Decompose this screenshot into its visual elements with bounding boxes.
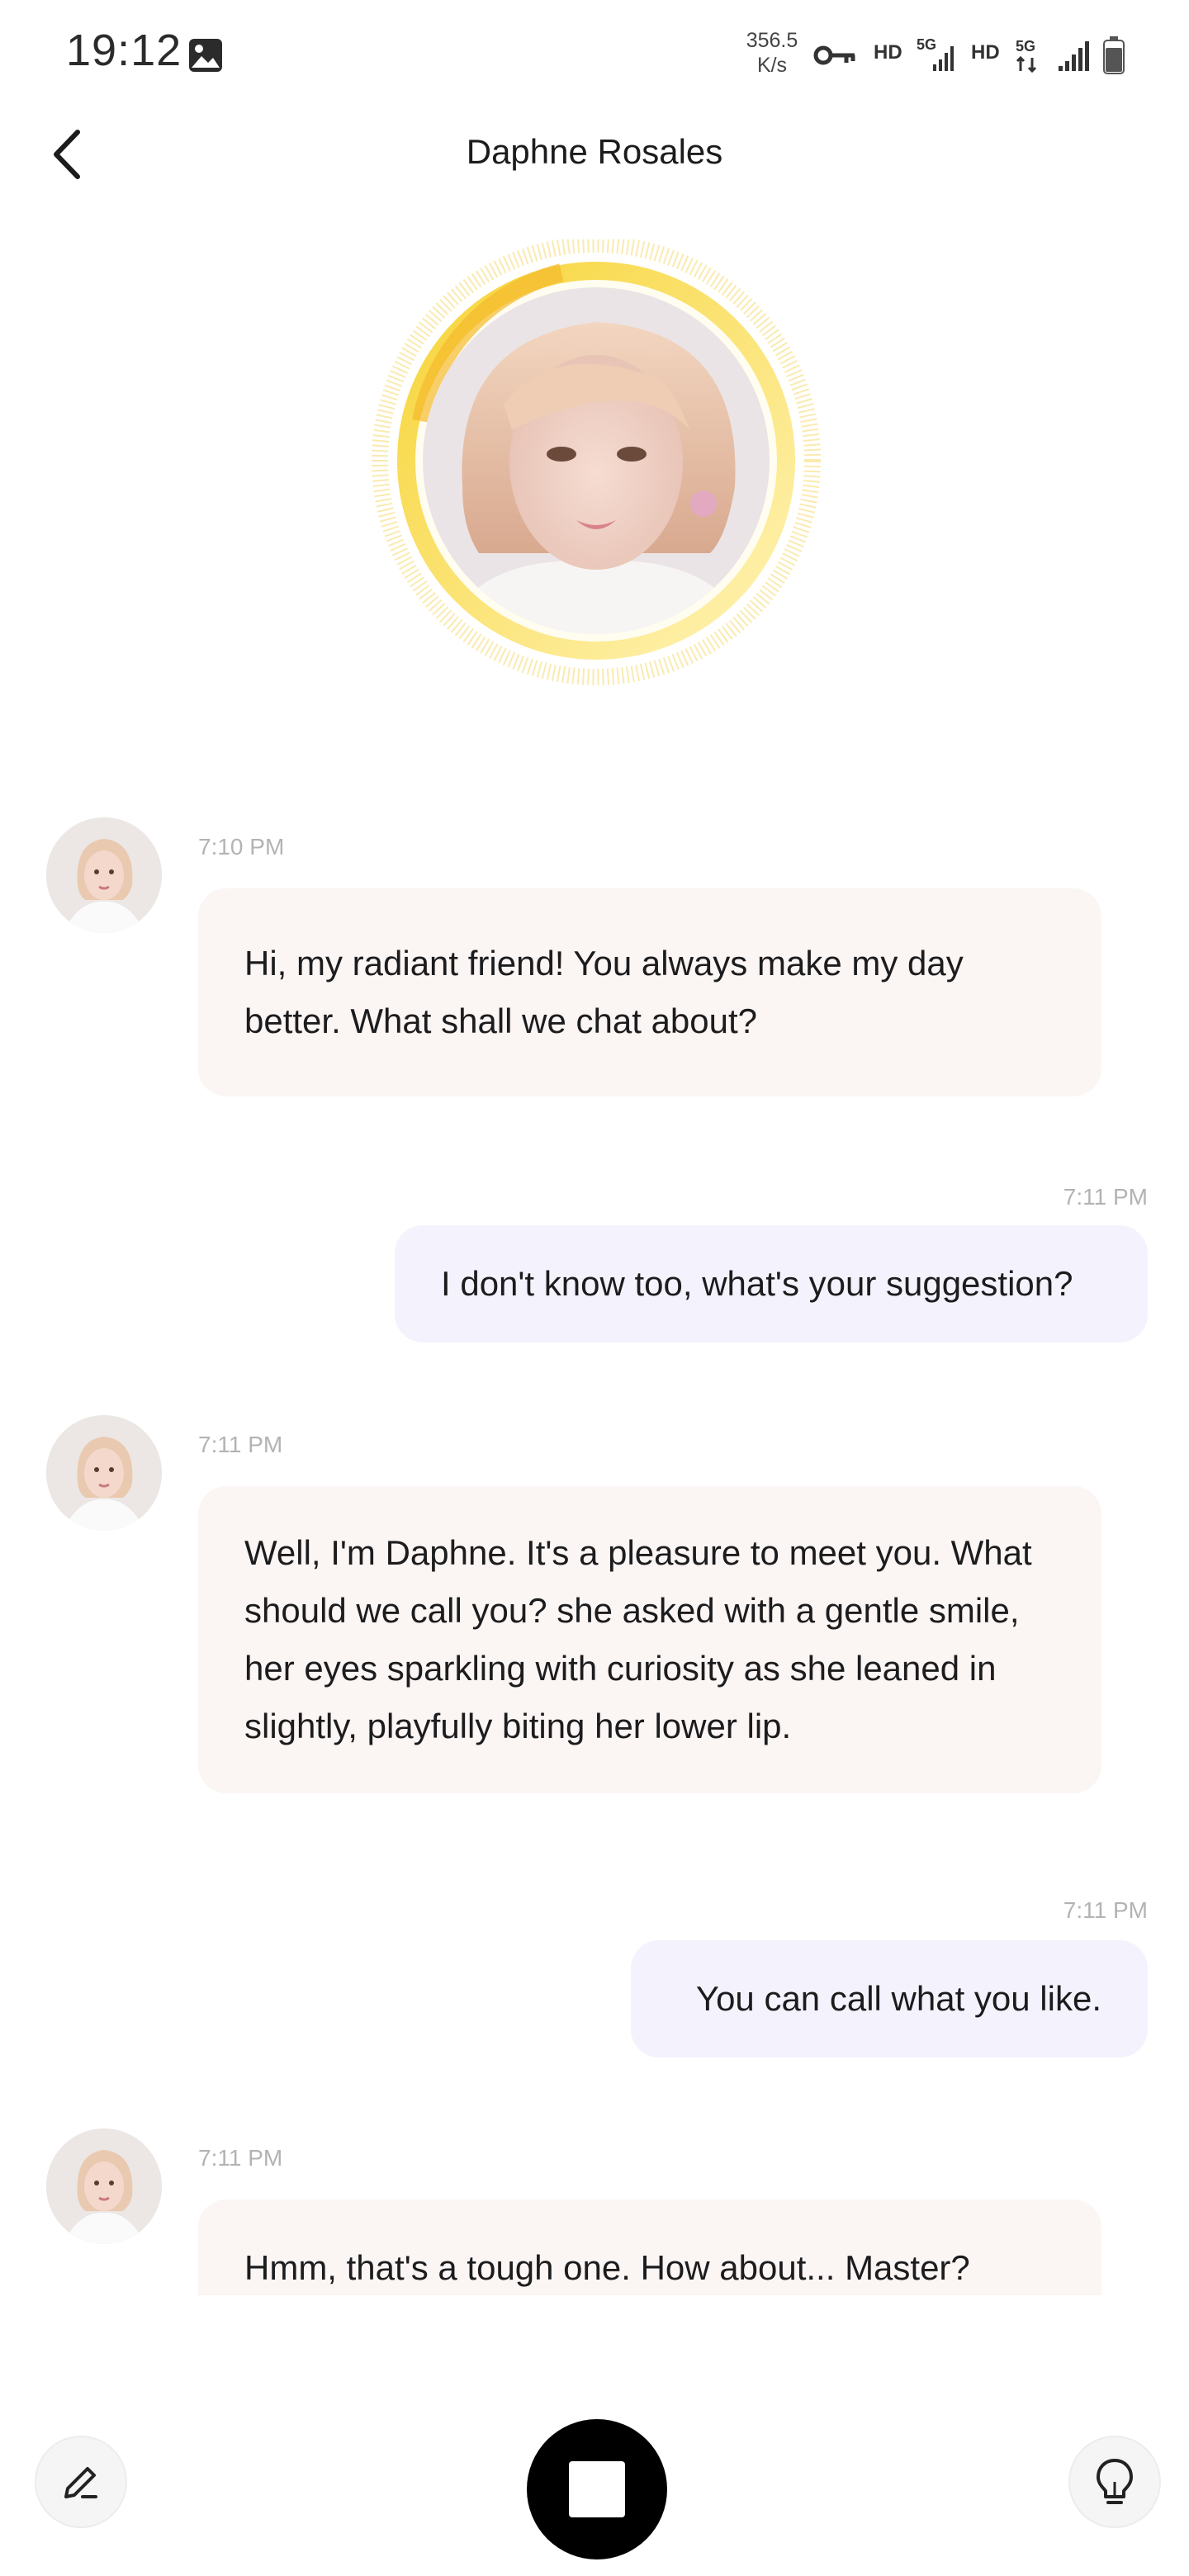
hd-label: HD	[874, 41, 902, 64]
hint-button[interactable]	[1068, 2436, 1161, 2528]
message-time: 7:11 PM	[198, 2145, 283, 2171]
message-time: 7:11 PM	[1063, 1184, 1148, 1210]
bot-message-bubble[interactable]: Hi, my radiant friend! You always make m…	[198, 888, 1101, 1096]
message-time: 7:11 PM	[1063, 1897, 1148, 1923]
chat-list[interactable]: 7:10 PM Hi, my radiant friend! You alway…	[0, 793, 1189, 2295]
data-arrows-icon: 5G	[1016, 38, 1037, 73]
message-time: 7:10 PM	[198, 834, 285, 859]
bot-message-bubble[interactable]: Hmm, that's a tough one. How about... Ma…	[198, 2200, 1101, 2295]
bot-avatar[interactable]	[46, 2129, 162, 2244]
page-title: Daphne Rosales	[466, 132, 723, 171]
vpn-key-icon	[813, 45, 855, 65]
edit-button[interactable]	[35, 2436, 127, 2528]
user-message-bubble[interactable]: You can call what you like.	[631, 1940, 1148, 2057]
hd-label-2: HD	[971, 41, 1000, 64]
status-bar: 19:12 356.5 K/s HD 5G HD 5G	[0, 0, 1189, 107]
status-time: 19:12	[66, 26, 182, 75]
svg-text:5G: 5G	[1016, 38, 1035, 54]
bot-message-bubble[interactable]: Well, I'm Daphne. It's a pleasure to mee…	[198, 1486, 1101, 1793]
message-time: 7:11 PM	[198, 1432, 283, 1457]
network-speed-value: 356.5	[746, 29, 798, 52]
pencil-icon	[64, 2467, 97, 2498]
bot-avatar[interactable]	[46, 1415, 162, 1531]
user-message-bubble[interactable]: I don't know too, what's your suggestion…	[395, 1225, 1148, 1342]
lightbulb-icon	[1097, 2459, 1133, 2504]
network-speed: 356.5 K/s	[739, 28, 805, 78]
gallery-icon	[189, 39, 222, 72]
bot-avatar[interactable]	[46, 817, 162, 933]
stop-button[interactable]	[527, 2419, 667, 2559]
battery-icon	[1103, 36, 1125, 74]
stop-icon	[569, 2461, 625, 2517]
network-speed-unit: K/s	[756, 54, 788, 77]
signal-5g-icon: 5G	[917, 36, 954, 71]
signal-icon	[1059, 41, 1089, 71]
svg-text:5G: 5G	[917, 36, 936, 53]
character-avatar-large	[363, 236, 826, 685]
